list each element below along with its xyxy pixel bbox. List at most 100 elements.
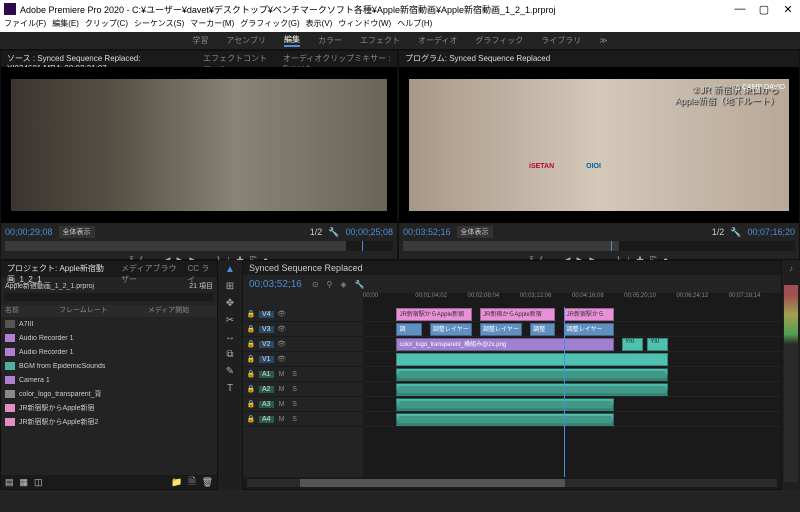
mute-button[interactable]: M	[277, 401, 287, 408]
track[interactable]	[363, 352, 781, 367]
video-track-header[interactable]: 🔒V1👁	[243, 352, 363, 367]
minimize-button[interactable]: —	[732, 3, 748, 16]
tool-button[interactable]: ⊞	[226, 281, 234, 292]
workspace-tab[interactable]: オーディオ	[418, 35, 457, 46]
freeform-view-icon[interactable]: ◫	[34, 477, 43, 488]
source-monitor[interactable]	[1, 67, 397, 223]
video-track-header[interactable]: 🔒V3👁	[243, 322, 363, 337]
workspace-tab[interactable]: アセンブリ	[226, 35, 266, 46]
audio-track[interactable]	[363, 397, 781, 412]
menu-item[interactable]: ウィンドウ(W)	[338, 18, 391, 32]
source-ratio[interactable]: 1/2	[310, 227, 323, 237]
bin-item[interactable]: Audio Recorder 1	[1, 331, 217, 345]
menu-item[interactable]: シーケンス(S)	[134, 18, 184, 32]
settings-icon[interactable]: 🔧	[328, 227, 339, 238]
lock-icon[interactable]: 🔒	[246, 325, 256, 333]
lock-icon[interactable]: 🔒	[246, 415, 256, 423]
track-label[interactable]: A2	[259, 386, 274, 393]
settings-icon[interactable]: 🔧	[730, 227, 741, 238]
workspace-tab[interactable]: カラー	[318, 35, 342, 46]
bin-item[interactable]: JR新宿駅からApple新宿2	[1, 415, 217, 429]
mute-button[interactable]: M	[277, 371, 287, 378]
audio-track-header[interactable]: 🔒A1MS	[243, 367, 363, 382]
panel-tab[interactable]: オーディオクリップミキサー : Synced	[283, 53, 391, 65]
lock-icon[interactable]: 🔒	[246, 310, 256, 318]
timeline-ruler[interactable]: 00;0000;01;04;0200;02;08;0400;03;12;0600…	[363, 293, 781, 307]
program-scrubber[interactable]	[403, 241, 795, 251]
panel-tab[interactable]: プロジェクト: Apple新宿動画_1_2_1	[7, 263, 111, 275]
tool-button[interactable]: ⧉	[226, 349, 233, 360]
track-label[interactable]: V3	[259, 326, 274, 333]
lock-icon[interactable]: 🔒	[246, 400, 256, 408]
audio-track-header[interactable]: 🔒A3MS	[243, 397, 363, 412]
timeline-tab[interactable]: Synced Sequence Replaced	[243, 261, 781, 275]
menu-item[interactable]: ファイル(F)	[4, 18, 46, 32]
maximize-button[interactable]: ▢	[756, 3, 772, 16]
solo-button[interactable]: S	[290, 371, 300, 378]
track-label[interactable]: A1	[259, 371, 274, 378]
program-zoom-select[interactable]: 全体表示	[457, 226, 493, 238]
audio-track-header[interactable]: 🔒A2MS	[243, 382, 363, 397]
lock-icon[interactable]: 🔒	[246, 340, 256, 348]
panel-tab[interactable]: エフェクトコントロール	[203, 53, 273, 65]
bin-item[interactable]: JR新宿駅からApple新宿	[1, 401, 217, 415]
menu-item[interactable]: グラフィック(G)	[240, 18, 299, 32]
marker-icon[interactable]: ◈	[340, 280, 346, 289]
source-tc-in[interactable]: 00;00;29;08	[5, 227, 53, 237]
lock-icon[interactable]: 🔒	[246, 385, 256, 393]
clip[interactable]: 調整レイヤー	[480, 323, 522, 336]
menu-item[interactable]: ヘルプ(H)	[397, 18, 432, 32]
tool-button[interactable]: T	[227, 383, 233, 394]
audio-track[interactable]	[363, 412, 781, 427]
audio-track-header[interactable]: 🔒A4MS	[243, 412, 363, 427]
solo-button[interactable]: S	[290, 416, 300, 423]
icon-view-icon[interactable]: ▦	[20, 477, 29, 488]
panel-tab[interactable]: CC ライ	[187, 263, 211, 275]
link-icon[interactable]: ⚲	[327, 280, 333, 289]
solo-button[interactable]: S	[290, 401, 300, 408]
video-track-header[interactable]: 🔒V2👁	[243, 337, 363, 352]
lock-icon[interactable]: 🔒	[246, 355, 256, 363]
column-header[interactable]: フレームレート	[59, 305, 108, 317]
column-header[interactable]: 名前	[5, 305, 19, 317]
tool-button[interactable]: ✎	[226, 366, 234, 377]
bin-item[interactable]: Audio Recorder 1	[1, 345, 217, 359]
project-search-input[interactable]	[5, 293, 213, 301]
mute-button[interactable]: M	[277, 386, 287, 393]
workspace-tab[interactable]: エフェクト	[360, 35, 400, 46]
close-button[interactable]: ✕	[780, 3, 796, 16]
timeline-scrollbar[interactable]	[247, 479, 777, 487]
menu-item[interactable]: 編集(E)	[52, 18, 79, 32]
clip[interactable]: JR新宿からApple新宿	[480, 308, 555, 321]
audio-clip[interactable]	[396, 368, 668, 381]
tool-button[interactable]: ✂	[226, 315, 234, 326]
clip[interactable]	[396, 353, 668, 366]
tool-button[interactable]: ▲	[225, 264, 235, 275]
menu-item[interactable]: マーカー(M)	[190, 18, 234, 32]
workspace-tab[interactable]: 編集	[284, 34, 300, 47]
clip[interactable]: 調整レイヤー	[564, 323, 614, 336]
clip[interactable]: YI0	[622, 338, 643, 351]
audio-track[interactable]	[363, 367, 781, 382]
track[interactable]: JR新宿駅からApple新宿 JR新宿からApple新宿 JR新宿駅から	[363, 307, 781, 322]
new-item-icon[interactable]: 🗎	[188, 474, 195, 490]
bin-item[interactable]: A7III	[1, 317, 217, 331]
bin-item[interactable]: Camera 1	[1, 373, 217, 387]
clip[interactable]: JR新宿駅から	[564, 308, 614, 321]
clip[interactable]: YI0	[647, 338, 668, 351]
program-monitor[interactable]: ②JR 新宿駅 東口からApple新宿（地下ルート） △ CAMP DAVID …	[399, 67, 799, 223]
playhead[interactable]	[564, 307, 565, 477]
track-label[interactable]: V4	[259, 311, 274, 318]
timeline-tc[interactable]: 00;03;52;16	[249, 279, 302, 290]
solo-button[interactable]: S	[290, 386, 300, 393]
mute-button[interactable]: M	[277, 416, 287, 423]
audio-clip[interactable]	[396, 398, 613, 411]
menu-item[interactable]: 表示(V)	[306, 18, 333, 32]
track-label[interactable]: V1	[259, 356, 274, 363]
bin-item[interactable]: color_logo_transparent_背	[1, 387, 217, 401]
clip[interactable]: JR新宿駅からApple新宿	[396, 308, 471, 321]
video-track-header[interactable]: 🔒V4👁	[243, 307, 363, 322]
source-zoom-select[interactable]: 全体表示	[59, 226, 95, 238]
bin-list[interactable]: A7IIIAudio Recorder 1Audio Recorder 1BGM…	[1, 317, 217, 475]
snap-icon[interactable]: ⊙	[312, 280, 319, 289]
